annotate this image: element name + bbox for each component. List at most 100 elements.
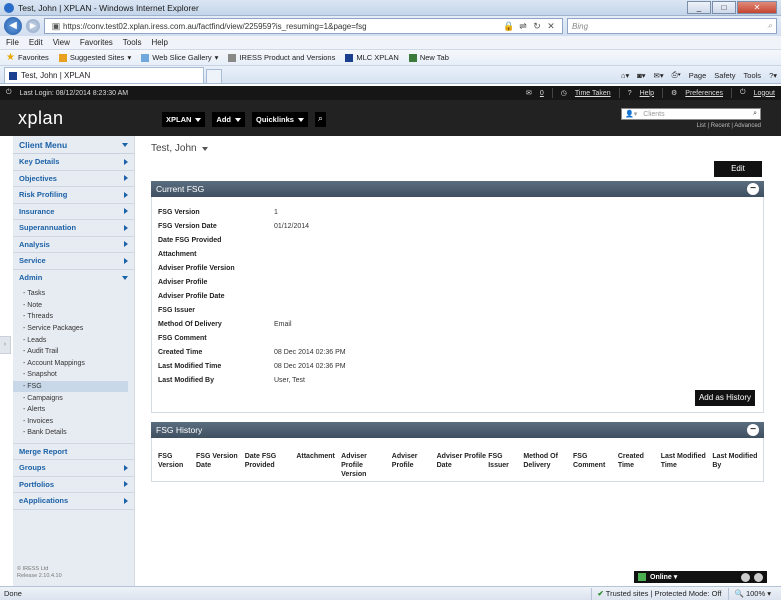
sidebar-item-analysis[interactable]: Analysis (13, 237, 134, 253)
history-column-header[interactable]: Last Modified Time (661, 452, 711, 479)
refresh-icon[interactable]: ↻ (530, 21, 544, 32)
new-tab-button[interactable] (206, 69, 222, 83)
history-column-header[interactable]: Adviser Profile (392, 452, 435, 479)
favorites-button[interactable]: ★ Favorites (6, 52, 49, 63)
mail-icon[interactable]: ✉ (526, 89, 532, 97)
search-links[interactable]: List | Recent | Advanced (697, 123, 762, 129)
mail-icon[interactable]: ✉▾ (654, 71, 664, 80)
back-button[interactable]: ◀ (4, 17, 22, 35)
maximize-button[interactable]: □ (712, 1, 736, 14)
client-menu-header[interactable]: Client Menu (13, 136, 134, 154)
search-icon[interactable]: ⌕ (753, 110, 757, 118)
preferences-link[interactable]: Preferences (685, 90, 723, 97)
sidebar-item-objectives[interactable]: Objectives (13, 171, 134, 187)
url-field[interactable]: ▣ https://conv.test02.xplan.iress.com.au… (44, 18, 563, 34)
fav-mlc-xplan[interactable]: MLC XPLAN (345, 53, 399, 62)
sidebar-sub-fsg[interactable]: - FSG (13, 380, 128, 393)
forward-button[interactable]: ▶ (26, 19, 40, 33)
feeds-icon[interactable]: ◙▾ (637, 71, 645, 80)
home-icon[interactable]: ⌂▾ (621, 71, 629, 80)
xplan-logo[interactable]: xplan (18, 108, 64, 129)
sidebar-collapse-handle[interactable]: › (0, 336, 11, 354)
sidebar-sub-threads[interactable]: - Threads (13, 311, 134, 323)
sidebar-sub-note[interactable]: - Note (13, 300, 134, 312)
sidebar-item-admin[interactable]: Admin (13, 270, 134, 287)
sidebar-sub-tasks[interactable]: - Tasks (13, 288, 134, 300)
sidebar-sub-bank-details[interactable]: - Bank Details (13, 427, 134, 439)
popout-icon[interactable] (754, 572, 763, 582)
sidebar-sub-invoices[interactable]: - Invoices (13, 416, 134, 428)
edit-button[interactable]: Edit (714, 161, 762, 177)
history-column-header[interactable]: Last Modified By (712, 452, 761, 479)
menu-file[interactable]: File (6, 38, 19, 47)
zoom-level[interactable]: 🔍 100% ▾ (727, 587, 777, 600)
fav-suggested-sites[interactable]: Suggested Sites ▾ (58, 53, 131, 62)
add-as-history-button[interactable]: Add as History (694, 390, 755, 406)
search-icon[interactable]: ⌕ (768, 21, 772, 31)
menu-help[interactable]: Help (151, 38, 167, 47)
fav-new-tab[interactable]: New Tab (408, 53, 449, 62)
sidebar-sub-service-packages[interactable]: - Service Packages (13, 323, 134, 335)
print-icon[interactable]: ⎙▾ (672, 70, 681, 80)
history-column-header[interactable]: Attachment (296, 452, 339, 479)
quick-search-icon[interactable]: ⌕ (314, 112, 326, 127)
client-name-dropdown[interactable]: Test, John (151, 143, 208, 154)
history-column-header[interactable]: FSG Version Date (196, 452, 243, 479)
menu-view[interactable]: View (53, 38, 70, 47)
fsg-history-header: FSG History − (151, 422, 764, 438)
collapse-icon[interactable]: − (747, 424, 759, 436)
client-search-input[interactable]: 👤▾ Clients ⌕ (621, 108, 761, 120)
collapse-icon[interactable]: − (747, 183, 759, 195)
history-column-header[interactable]: FSG Comment (573, 452, 616, 479)
toolbar-tools[interactable]: Tools (744, 71, 762, 80)
minimize-icon[interactable] (741, 572, 750, 582)
fav-web-slice-gallery[interactable]: Web Slice Gallery ▾ (141, 53, 218, 62)
history-column-header[interactable]: Date FSG Provided (245, 452, 295, 479)
nav-xplan[interactable]: XPLAN (162, 112, 206, 127)
history-column-header[interactable]: Method Of Delivery (523, 452, 571, 479)
sidebar-sub-campaigns[interactable]: - Campaigns (13, 392, 134, 404)
online-status-widget[interactable]: Online ▾ (634, 571, 767, 583)
help-link[interactable]: Help (640, 90, 654, 97)
history-column-header[interactable]: FSG Version (158, 452, 194, 479)
toolbar-safety[interactable]: Safety (714, 71, 735, 80)
nav-add[interactable]: Add (212, 112, 246, 127)
mail-count[interactable]: 0 (540, 90, 544, 97)
history-column-header[interactable]: Created Time (618, 452, 659, 479)
menu-tools[interactable]: Tools (123, 38, 142, 47)
menu-edit[interactable]: Edit (29, 38, 43, 47)
sidebar-sub-audit-trail[interactable]: - Audit Trail (13, 346, 134, 358)
toolbar-page[interactable]: Page (689, 71, 707, 80)
sidebar-sub-leads[interactable]: - Leads (13, 334, 134, 346)
minimize-button[interactable]: _ (687, 1, 711, 14)
sidebar-item-service[interactable]: Service (13, 253, 134, 270)
browser-tab-active[interactable]: Test, John | XPLAN (4, 67, 204, 83)
stop-icon[interactable]: ✕ (544, 21, 558, 32)
time-taken-link[interactable]: Time Taken (575, 90, 611, 97)
fav-iress-product[interactable]: IRESS Product and Versions (228, 53, 335, 62)
history-column-header[interactable]: Adviser Profile Version (341, 452, 390, 479)
nav-quicklinks[interactable]: Quicklinks (252, 112, 308, 127)
sidebar-item-groups[interactable]: Groups (13, 460, 134, 477)
security-zone[interactable]: ✔ Trusted sites | Protected Mode: Off (590, 587, 728, 600)
history-column-header[interactable]: Adviser Profile Date (437, 452, 487, 479)
power-icon[interactable]: ⏻ (6, 89, 12, 97)
sidebar-item-merge-report[interactable]: Merge Report (13, 444, 134, 461)
logout-link[interactable]: Logout (754, 90, 775, 97)
history-column-header[interactable]: FSG Issuer (488, 452, 521, 479)
sidebar-sub-alerts[interactable]: - Alerts (13, 404, 134, 416)
sidebar-item-eapplications[interactable]: eApplications (13, 493, 134, 510)
sidebar-item-portfolios[interactable]: Portfolios (13, 477, 134, 494)
help-icon[interactable]: ?▾ (769, 71, 777, 80)
close-window-button[interactable]: ✕ (737, 1, 777, 14)
sidebar-item-insurance[interactable]: Insurance (13, 204, 134, 220)
sidebar-item-key-details[interactable]: Key Details (13, 154, 134, 171)
sidebar-item-risk-profiling[interactable]: Risk Profiling (13, 187, 134, 204)
sidebar-sub-account-mappings[interactable]: - Account Mappings (13, 358, 134, 370)
menu-favorites[interactable]: Favorites (80, 38, 113, 47)
sidebar-item-superannuation[interactable]: Superannuation (13, 220, 134, 237)
sidebar-sub-snapshot[interactable]: - Snapshot (13, 369, 134, 381)
bing-search-input[interactable]: Bing ⌕ (567, 18, 777, 34)
compat-icon[interactable]: ⇌ (516, 21, 530, 32)
lock-icon[interactable]: 🔒 (502, 21, 516, 32)
